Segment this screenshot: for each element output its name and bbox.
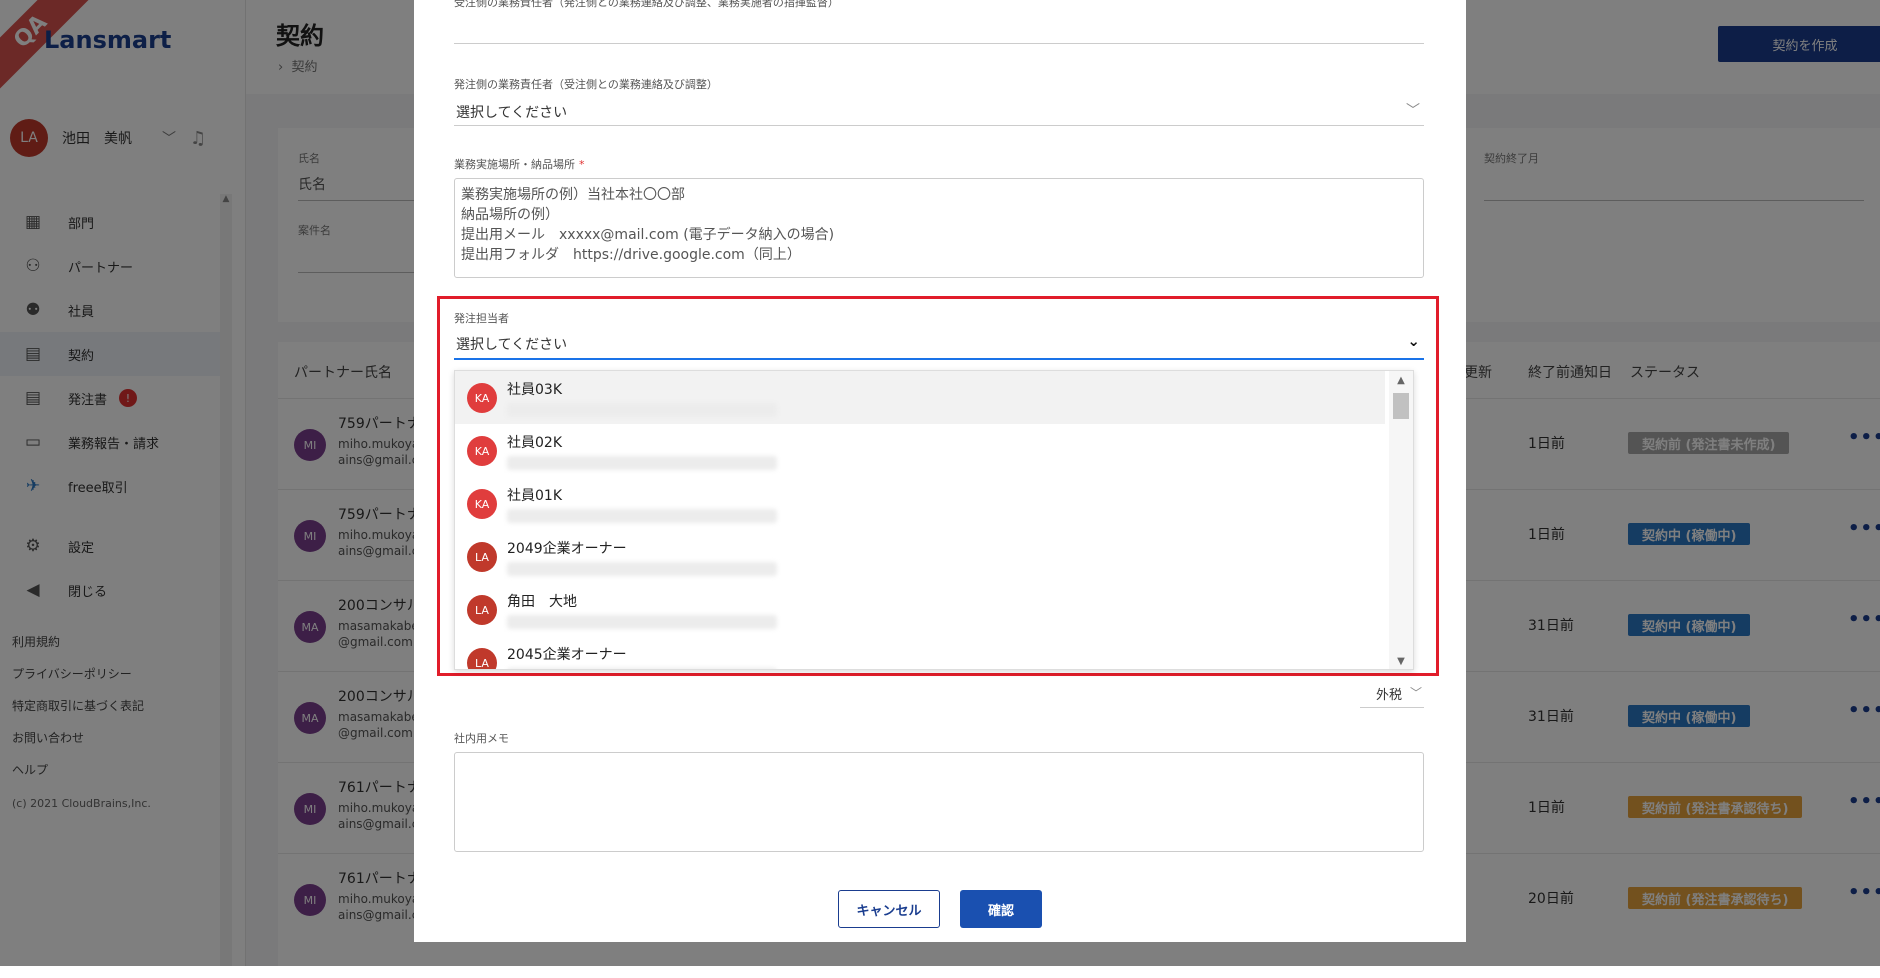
dropdown-option[interactable]: KA 社員01K (455, 477, 1385, 530)
scrollbar-thumb[interactable] (1393, 393, 1409, 419)
memo-label: 社内用メモ (454, 732, 509, 745)
redacted-email (507, 403, 777, 417)
redacted-email (507, 509, 777, 523)
option-avatar: LA (467, 595, 497, 625)
location-textarea[interactable]: 業務実施場所の例）当社本社〇〇部 納品場所の例） 提出用メール xxxxx@ma… (454, 178, 1424, 278)
dropdown-scrollbar[interactable]: ▲ ▼ (1389, 371, 1413, 669)
redacted-email (507, 562, 777, 576)
scroll-up-icon[interactable]: ▲ (1389, 375, 1413, 386)
client-manager-select[interactable]: 選択してください ﹀ (454, 96, 1424, 126)
dropdown-option[interactable]: LA 2045企業オーナー (455, 636, 1385, 669)
location-label: 業務実施場所・納品場所 * (454, 158, 585, 171)
option-avatar: KA (467, 383, 497, 413)
memo-textarea[interactable] (454, 752, 1424, 852)
app-root: QA Lansmart LA 池田 美帆 ﹀ ♫ ▦ 部門 ⚇ パートナー ⚉ … (0, 0, 1880, 966)
chevron-down-icon: ﹀ (1406, 103, 1420, 119)
redacted-email (507, 615, 777, 629)
assignee-value: 選択してください (456, 337, 568, 353)
placeholder-line: 提出用フォルダ https://drive.google.com（同上） (461, 247, 801, 263)
option-name: 2045企業オーナー (507, 647, 627, 663)
client-manager-label: 発注側の業務責任者（受注側との業務連絡及び調整） (454, 78, 718, 91)
option-avatar: LA (467, 542, 497, 572)
placeholder-line: 納品場所の例） (461, 207, 559, 223)
assignee-label: 発注担当者 (454, 312, 509, 325)
dropdown-option[interactable]: LA 2049企業オーナー (455, 530, 1385, 583)
redacted-email (507, 456, 777, 470)
contract-form-modal: 受注側の業務責任者（発注側との業務連絡及び調整、業務実施者の指揮監督） 発注側の… (414, 0, 1466, 942)
option-name: 社員02K (507, 435, 562, 451)
option-name: 2049企業オーナー (507, 541, 627, 557)
vendor-manager-label: 受注側の業務責任者（発注側との業務連絡及び調整、業務実施者の指揮監督） (454, 0, 839, 9)
dropdown-option[interactable]: KA 社員03K (455, 371, 1385, 424)
assignee-dropdown: KA 社員03K KA 社員02K KA 社員01K LA 2049企業オーナー… (454, 370, 1414, 670)
scroll-down-icon[interactable]: ▼ (1389, 656, 1413, 667)
option-avatar: KA (467, 436, 497, 466)
tax-type-select[interactable]: 外税 ﹀ (1360, 678, 1424, 708)
redacted-email (507, 668, 777, 669)
chevron-down-icon: ⌄ (1407, 332, 1420, 350)
dropdown-option[interactable]: KA 社員02K (455, 424, 1385, 477)
tax-type-value: 外税 (1376, 688, 1403, 703)
option-name: 社員03K (507, 382, 562, 398)
placeholder-line: 提出用メール xxxxx@mail.com (電子データ納入の場合) (461, 227, 835, 243)
cancel-button[interactable]: キャンセル (838, 890, 940, 928)
placeholder-line: 業務実施場所の例）当社本社〇〇部 (461, 187, 685, 203)
required-marker: * (579, 158, 585, 171)
assignee-select[interactable]: 選択してください ⌄ (454, 326, 1424, 360)
client-manager-value: 選択してください (456, 105, 568, 121)
option-name: 社員01K (507, 488, 562, 504)
vendor-manager-select[interactable] (454, 14, 1424, 44)
chevron-down-icon: ﹀ (1409, 686, 1422, 700)
option-name: 角田 大地 (507, 594, 577, 610)
option-avatar: LA (467, 648, 497, 669)
dropdown-option[interactable]: LA 角田 大地 (455, 583, 1385, 636)
confirm-button[interactable]: 確認 (960, 890, 1042, 928)
option-avatar: KA (467, 489, 497, 519)
